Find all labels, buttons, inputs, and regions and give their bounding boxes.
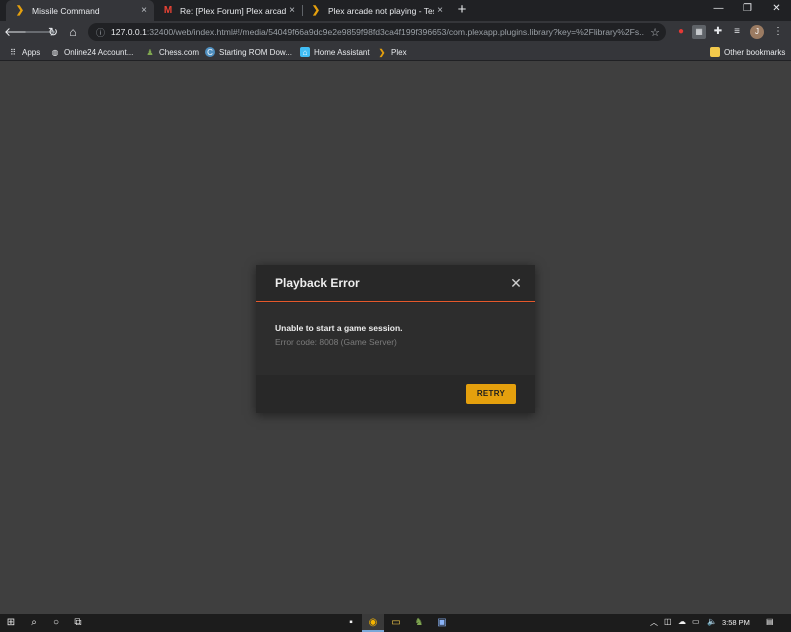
plex-chevron-icon: ❯: [311, 5, 321, 16]
media-queue-icon[interactable]: ≡: [730, 25, 744, 39]
extension-square-icon[interactable]: ▦: [692, 25, 706, 39]
url-path: :32400/web/index.html#!/media/54049f66a9…: [146, 27, 645, 37]
bookmark-online24[interactable]: ◍ Online24 Account...: [50, 45, 134, 59]
new-tab-button[interactable]: +: [454, 2, 470, 18]
playback-error-dialog: Playback Error ✕ Unable to start a game …: [256, 265, 535, 413]
extensions-puzzle-icon[interactable]: ✚: [711, 25, 725, 39]
rom-icon: C: [205, 47, 215, 57]
menu-kebab-icon[interactable]: ⋮: [771, 25, 785, 39]
bookmark-label: Plex: [391, 47, 407, 57]
tab-strip: ❯ Missile Command × M Re: [Plex Forum] P…: [0, 0, 791, 21]
taskbar-clock[interactable]: 3:58 PM: [722, 618, 750, 627]
tray-app-icon[interactable]: ◫: [664, 617, 672, 626]
notifications-icon[interactable]: ▤: [766, 617, 774, 626]
home-assistant-icon: ⌂: [300, 47, 310, 57]
bookmark-label: Starting ROM Dow...: [219, 47, 292, 57]
plex-chevron-icon: ❯: [378, 47, 386, 57]
reload-button[interactable]: ↻: [44, 23, 62, 41]
windows-taskbar: ⊞ ⌕ ○ ⧉ ▪ ◉ ▭ ♞ ▣ ︿ ◫ ☁ ▭ 🔈 3:58 PM ▤: [0, 614, 791, 632]
bookmark-chess[interactable]: ♟ Chess.com: [145, 45, 199, 59]
task-view-icon[interactable]: ⧉: [71, 616, 85, 630]
cortana-circle-icon[interactable]: ○: [49, 616, 63, 630]
tab-close-icon[interactable]: ×: [138, 5, 150, 16]
volume-icon[interactable]: 🔈: [707, 617, 717, 626]
retry-button[interactable]: RETRY: [466, 384, 516, 404]
tab-title: Plex arcade not playing - Testing: [328, 5, 434, 16]
minimize-button[interactable]: —: [704, 0, 733, 21]
url-text: 127.0.0.1:32400/web/index.html#!/media/5…: [111, 27, 644, 37]
chrome-icon[interactable]: ◉: [366, 616, 380, 630]
bookmark-label: Online24 Account...: [64, 47, 134, 57]
other-bookmarks-label: Other bookmarks: [724, 47, 786, 57]
remote-desktop-icon[interactable]: ▣: [435, 616, 449, 630]
error-code: Error code: 8008 (Game Server): [275, 337, 397, 347]
gmail-icon: M: [163, 5, 173, 16]
search-icon[interactable]: ⌕: [27, 616, 41, 630]
onedrive-cloud-icon[interactable]: ☁: [678, 617, 686, 626]
terminal-icon[interactable]: ▪: [344, 616, 358, 630]
other-bookmarks[interactable]: Other bookmarks: [710, 45, 785, 59]
tray-chevron-icon[interactable]: ︿: [650, 617, 658, 628]
dialog-header: Playback Error ✕: [256, 265, 535, 302]
dialog-body: Unable to start a game session. Error co…: [256, 303, 535, 375]
file-explorer-icon[interactable]: ▭: [389, 616, 403, 630]
dialog-title: Playback Error: [275, 276, 360, 290]
tab-title: Missile Command: [32, 5, 100, 16]
bookmark-rom[interactable]: C Starting ROM Dow...: [205, 45, 292, 59]
extension-red-icon[interactable]: ●: [674, 25, 688, 39]
plex-chevron-icon: ❯: [15, 5, 25, 16]
tab-close-icon[interactable]: ×: [286, 5, 298, 16]
bookmark-label: Apps: [22, 47, 41, 57]
bookmarks-bar: ⠿ Apps ◍ Online24 Account... ♟ Chess.com…: [0, 43, 791, 61]
bookmark-plex[interactable]: ❯ Plex: [377, 45, 407, 59]
bookmark-label: Home Assistant: [314, 47, 370, 57]
network-icon[interactable]: ▭: [692, 617, 700, 626]
tab-plex-arcade[interactable]: ❯ Plex arcade not playing - Testing ×: [302, 0, 450, 21]
tab-missile-command[interactable]: ❯ Missile Command ×: [6, 0, 154, 21]
forward-button[interactable]: 🡒: [24, 23, 56, 41]
tab-close-icon[interactable]: ×: [434, 5, 446, 16]
site-info-icon[interactable]: ⓘ: [96, 26, 105, 39]
close-window-button[interactable]: ✕: [762, 0, 791, 21]
app-icon[interactable]: ♞: [412, 616, 426, 630]
home-button[interactable]: ⌂: [64, 23, 82, 41]
restore-button[interactable]: ❐: [733, 0, 762, 21]
bookmark-home-assistant[interactable]: ⌂ Home Assistant: [300, 45, 370, 59]
bookmark-label: Chess.com: [159, 47, 200, 57]
avatar[interactable]: J: [750, 25, 764, 39]
browser-toolbar: 🡐 🡒 ↻ ⌂ ⓘ 127.0.0.1:32400/web/index.html…: [0, 21, 791, 43]
bookmark-apps[interactable]: ⠿ Apps: [8, 45, 40, 59]
screen: ❯ Missile Command × M Re: [Plex Forum] P…: [0, 0, 791, 632]
close-icon[interactable]: ✕: [508, 275, 524, 291]
apps-grid-icon: ⠿: [10, 47, 16, 57]
folder-icon: [710, 47, 720, 57]
error-message: Unable to start a game session.: [275, 323, 403, 333]
tab-plex-forum[interactable]: M Re: [Plex Forum] Plex arcade not ×: [154, 0, 302, 21]
address-bar[interactable]: ⓘ 127.0.0.1:32400/web/index.html#!/media…: [88, 23, 666, 41]
chess-pawn-icon: ♟: [146, 47, 154, 57]
tab-title: Re: [Plex Forum] Plex arcade not: [180, 5, 286, 16]
bookmark-star-icon[interactable]: ☆: [650, 26, 660, 39]
dialog-footer: RETRY: [256, 375, 535, 413]
online24-icon: ◍: [51, 47, 59, 57]
url-host: 127.0.0.1: [111, 27, 147, 37]
windows-start-icon[interactable]: ⊞: [4, 616, 18, 630]
back-button[interactable]: 🡐: [4, 23, 36, 41]
